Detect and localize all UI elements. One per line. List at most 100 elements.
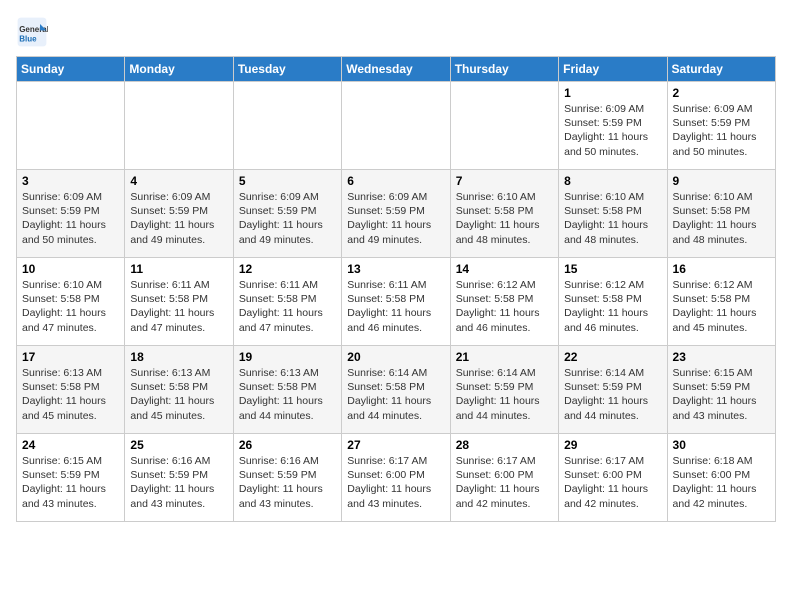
day-number: 9 [673,174,770,188]
calendar-cell: 17Sunrise: 6:13 AM Sunset: 5:58 PM Dayli… [17,346,125,434]
day-info: Sunrise: 6:09 AM Sunset: 5:59 PM Dayligh… [130,190,227,247]
day-number: 29 [564,438,661,452]
calendar-week-row: 10Sunrise: 6:10 AM Sunset: 5:58 PM Dayli… [17,258,776,346]
day-info: Sunrise: 6:14 AM Sunset: 5:59 PM Dayligh… [564,366,661,423]
day-number: 3 [22,174,119,188]
calendar-cell: 20 Sunrise: 6:14 AM Sunset: 5:58 PM Dayli… [342,346,450,434]
calendar-cell: 30 Sunrise: 6:18 AM Sunset: 6:00 PM Dayli… [667,434,775,522]
day-info: Sunrise: 6:13 AM Sunset: 5:58 PM Dayligh… [22,366,119,423]
day-info: Sunrise: 6:12 AM Sunset: 5:58 PM Dayligh… [564,278,661,335]
day-info: Sunrise: 6:09 AM Sunset: 5:59 PM Dayligh… [564,102,661,159]
day-number: 4 [130,174,227,188]
day-info: Sunrise: 6:14 AM Sunset: 5:58 PM Dayligh… [347,366,444,423]
day-number: 18 [130,350,227,364]
day-info: Sunrise: 6:10 AM Sunset: 5:58 PM Dayligh… [564,190,661,247]
weekday-header: Friday [559,57,667,82]
day-number: 21 [456,350,553,364]
day-info: Sunrise: 6:13 AM Sunset: 5:58 PM Dayligh… [130,366,227,423]
calendar-cell [342,82,450,170]
day-info: Sunrise: 6:13 AM Sunset: 5:58 PM Dayligh… [239,366,336,423]
calendar-week-row: 17Sunrise: 6:13 AM Sunset: 5:58 PM Dayli… [17,346,776,434]
weekday-header: Thursday [450,57,558,82]
day-info: Sunrise: 6:17 AM Sunset: 6:00 PM Dayligh… [347,454,444,511]
calendar-cell: 10Sunrise: 6:10 AM Sunset: 5:58 PM Dayli… [17,258,125,346]
calendar-cell [17,82,125,170]
calendar-cell: 23Sunrise: 6:15 AM Sunset: 5:59 PM Dayli… [667,346,775,434]
day-info: Sunrise: 6:16 AM Sunset: 5:59 PM Dayligh… [130,454,227,511]
day-info: Sunrise: 6:17 AM Sunset: 6:00 PM Dayligh… [564,454,661,511]
day-number: 5 [239,174,336,188]
day-info: Sunrise: 6:10 AM Sunset: 5:58 PM Dayligh… [673,190,770,247]
day-number: 24 [22,438,119,452]
calendar-cell: 15Sunrise: 6:12 AM Sunset: 5:58 PM Dayli… [559,258,667,346]
day-number: 1 [564,86,661,100]
day-info: Sunrise: 6:15 AM Sunset: 5:59 PM Dayligh… [673,366,770,423]
day-info: Sunrise: 6:14 AM Sunset: 5:59 PM Dayligh… [456,366,553,423]
logo: General Blue [16,16,52,48]
calendar: SundayMondayTuesdayWednesdayThursdayFrid… [16,56,776,522]
day-info: Sunrise: 6:10 AM Sunset: 5:58 PM Dayligh… [456,190,553,247]
day-info: Sunrise: 6:11 AM Sunset: 5:58 PM Dayligh… [239,278,336,335]
day-number: 16 [673,262,770,276]
calendar-cell [233,82,341,170]
calendar-week-row: 3 Sunrise: 6:09 AM Sunset: 5:59 PM Daylig… [17,170,776,258]
day-number: 2 [673,86,770,100]
calendar-cell: 12 Sunrise: 6:11 AM Sunset: 5:58 PM Dayli… [233,258,341,346]
calendar-cell: 27 Sunrise: 6:17 AM Sunset: 6:00 PM Dayli… [342,434,450,522]
calendar-cell: 8 Sunrise: 6:10 AM Sunset: 5:58 PM Daylig… [559,170,667,258]
day-info: Sunrise: 6:15 AM Sunset: 5:59 PM Dayligh… [22,454,119,511]
day-info: Sunrise: 6:12 AM Sunset: 5:58 PM Dayligh… [673,278,770,335]
day-number: 26 [239,438,336,452]
calendar-week-row: 1 Sunrise: 6:09 AM Sunset: 5:59 PM Daylig… [17,82,776,170]
day-info: Sunrise: 6:17 AM Sunset: 6:00 PM Dayligh… [456,454,553,511]
logo-icon: General Blue [16,16,48,48]
day-number: 6 [347,174,444,188]
day-number: 30 [673,438,770,452]
calendar-cell: 14 Sunrise: 6:12 AM Sunset: 5:58 PM Dayli… [450,258,558,346]
calendar-cell: 26 Sunrise: 6:16 AM Sunset: 5:59 PM Dayli… [233,434,341,522]
day-number: 22 [564,350,661,364]
calendar-cell: 9 Sunrise: 6:10 AM Sunset: 5:58 PM Daylig… [667,170,775,258]
calendar-cell: 16 Sunrise: 6:12 AM Sunset: 5:58 PM Dayli… [667,258,775,346]
calendar-cell: 22 Sunrise: 6:14 AM Sunset: 5:59 PM Dayli… [559,346,667,434]
day-number: 27 [347,438,444,452]
calendar-cell: 19 Sunrise: 6:13 AM Sunset: 5:58 PM Dayli… [233,346,341,434]
day-info: Sunrise: 6:11 AM Sunset: 5:58 PM Dayligh… [130,278,227,335]
calendar-cell: 11Sunrise: 6:11 AM Sunset: 5:58 PM Dayli… [125,258,233,346]
day-info: Sunrise: 6:09 AM Sunset: 5:59 PM Dayligh… [239,190,336,247]
day-number: 20 [347,350,444,364]
calendar-cell: 24 Sunrise: 6:15 AM Sunset: 5:59 PM Dayli… [17,434,125,522]
day-number: 12 [239,262,336,276]
day-info: Sunrise: 6:16 AM Sunset: 5:59 PM Dayligh… [239,454,336,511]
day-info: Sunrise: 6:09 AM Sunset: 5:59 PM Dayligh… [673,102,770,159]
day-number: 19 [239,350,336,364]
calendar-cell: 3 Sunrise: 6:09 AM Sunset: 5:59 PM Daylig… [17,170,125,258]
day-number: 14 [456,262,553,276]
day-number: 25 [130,438,227,452]
weekday-header: Wednesday [342,57,450,82]
calendar-cell: 2 Sunrise: 6:09 AM Sunset: 5:59 PM Daylig… [667,82,775,170]
day-info: Sunrise: 6:11 AM Sunset: 5:58 PM Dayligh… [347,278,444,335]
day-number: 8 [564,174,661,188]
day-info: Sunrise: 6:18 AM Sunset: 6:00 PM Dayligh… [673,454,770,511]
day-number: 7 [456,174,553,188]
calendar-cell: 18 Sunrise: 6:13 AM Sunset: 5:58 PM Dayli… [125,346,233,434]
day-info: Sunrise: 6:09 AM Sunset: 5:59 PM Dayligh… [22,190,119,247]
calendar-cell: 1 Sunrise: 6:09 AM Sunset: 5:59 PM Daylig… [559,82,667,170]
page-header: General Blue [16,16,776,48]
day-info: Sunrise: 6:09 AM Sunset: 5:59 PM Dayligh… [347,190,444,247]
weekday-header: Monday [125,57,233,82]
calendar-cell: 7 Sunrise: 6:10 AM Sunset: 5:58 PM Daylig… [450,170,558,258]
calendar-cell: 25 Sunrise: 6:16 AM Sunset: 5:59 PM Dayli… [125,434,233,522]
weekday-header: Sunday [17,57,125,82]
calendar-cell [450,82,558,170]
day-info: Sunrise: 6:12 AM Sunset: 5:58 PM Dayligh… [456,278,553,335]
svg-text:Blue: Blue [19,35,37,44]
calendar-cell: 28Sunrise: 6:17 AM Sunset: 6:00 PM Dayli… [450,434,558,522]
calendar-cell: 6 Sunrise: 6:09 AM Sunset: 5:59 PM Daylig… [342,170,450,258]
day-number: 13 [347,262,444,276]
calendar-cell: 29 Sunrise: 6:17 AM Sunset: 6:00 PM Dayli… [559,434,667,522]
calendar-header-row: SundayMondayTuesdayWednesdayThursdayFrid… [17,57,776,82]
calendar-cell [125,82,233,170]
calendar-cell: 13 Sunrise: 6:11 AM Sunset: 5:58 PM Dayli… [342,258,450,346]
